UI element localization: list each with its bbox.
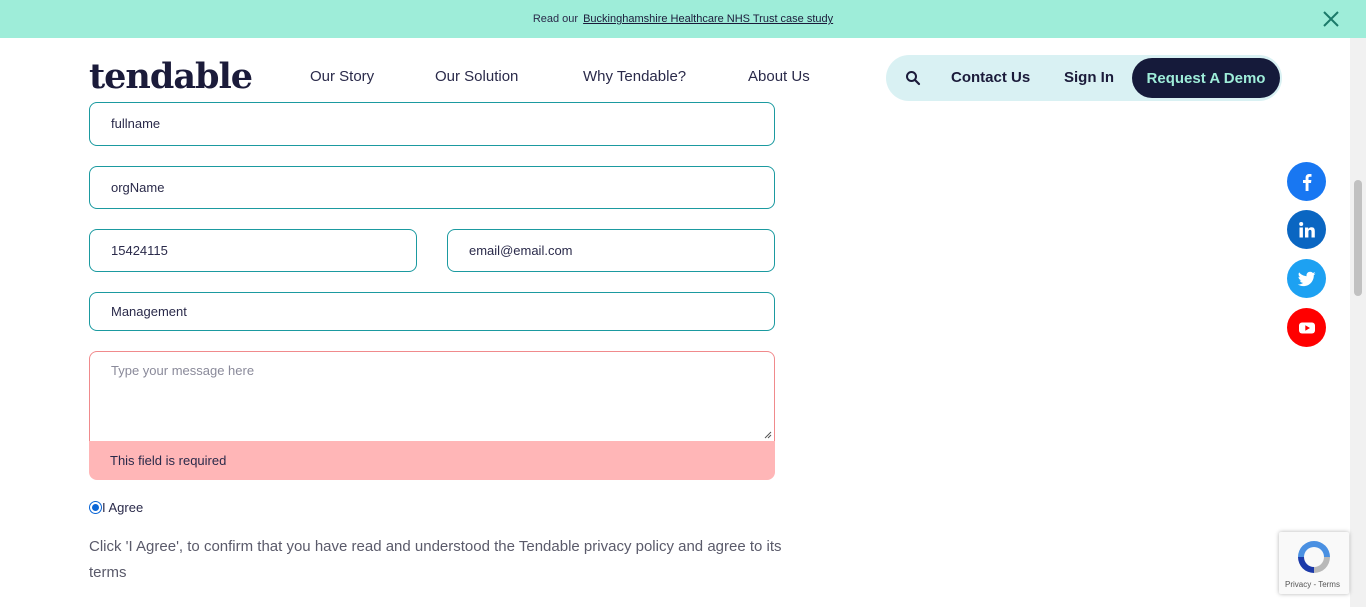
page-scrollbar[interactable] [1350,38,1366,607]
phone-value: 15424115 [111,243,168,258]
nav-why-tendable[interactable]: Why Tendable? [583,68,686,85]
nav-our-story[interactable]: Our Story [310,68,374,85]
search-icon[interactable] [905,70,921,86]
tendable-logo[interactable]: tendable [89,56,253,97]
organisation-field[interactable]: orgName [89,166,775,209]
recaptcha-links[interactable]: Privacy - Terms [1285,580,1340,589]
twitter-icon [1297,271,1315,286]
facebook-button[interactable] [1287,162,1326,201]
message-textarea[interactable]: Type your message here [89,351,775,441]
facebook-icon [1302,173,1311,191]
agree-radio[interactable] [89,501,102,514]
agree-option: I Agree [89,500,143,515]
message-placeholder: Type your message here [111,363,255,378]
announcement-banner: Read our Buckinghamshire Healthcare NHS … [0,0,1366,38]
recaptcha-icon [1298,541,1330,573]
youtube-button[interactable] [1287,308,1326,347]
youtube-icon [1298,322,1315,333]
header-actions: Contact Us Sign In Request A Demo [886,55,1282,101]
phone-field[interactable]: 15424115 [89,229,417,272]
recaptcha-badge[interactable]: Privacy - Terms [1279,532,1349,594]
fullname-field[interactable]: fullname [89,102,775,146]
banner-lead-text: Read our [532,13,579,25]
banner-case-study-link[interactable]: Buckinghamshire Healthcare NHS Trust cas… [583,13,833,25]
nav-about-us[interactable]: About Us [748,68,810,85]
organisation-value: orgName [111,180,165,195]
department-field[interactable]: Management [89,292,775,331]
agree-label[interactable]: I Agree [102,500,143,515]
nav-our-solution[interactable]: Our Solution [435,68,518,85]
twitter-button[interactable] [1287,259,1326,298]
message-group: Type your message here This field is req… [89,351,775,480]
email-value: email@email.com [469,243,573,258]
request-demo-button[interactable]: Request A Demo [1132,58,1280,98]
linkedin-button[interactable] [1287,210,1326,249]
resize-grip-icon[interactable] [764,431,772,439]
close-icon[interactable] [1322,10,1340,28]
department-value: Management [111,304,187,319]
scrollbar-thumb[interactable] [1354,180,1362,296]
contact-us-link[interactable]: Contact Us [951,69,1030,86]
fullname-value: fullname [111,116,161,131]
consent-text: Click 'I Agree', to confirm that you hav… [89,538,782,581]
linkedin-icon [1298,221,1315,237]
email-field[interactable]: email@email.com [447,229,775,272]
sign-in-link[interactable]: Sign In [1064,69,1114,86]
message-error: This field is required [110,453,227,468]
